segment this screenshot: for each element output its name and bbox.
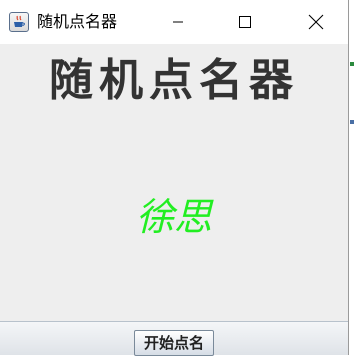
background-window-edge: [349, 0, 354, 355]
maximize-icon: [239, 16, 251, 28]
close-icon: [308, 14, 324, 30]
title-bar[interactable]: 随机点名器: [0, 0, 348, 44]
window-title: 随机点名器: [37, 12, 118, 31]
picked-name-label: 徐思: [135, 195, 212, 239]
close-button[interactable]: [293, 0, 339, 44]
main-panel: 随机点名器 徐思: [0, 44, 348, 321]
minimize-button[interactable]: [155, 0, 201, 44]
start-roll-call-button[interactable]: 开始点名: [134, 330, 214, 356]
java-app-icon[interactable]: [9, 12, 29, 32]
background-marker: [350, 62, 354, 66]
coffee-cup-icon: [14, 15, 25, 27]
background-marker: [350, 120, 354, 124]
app-window: 随机点名器 随机点名器 徐思 开始点名: [0, 0, 349, 356]
maximize-button[interactable]: [222, 0, 268, 44]
page-title: 随机点名器: [49, 55, 299, 106]
minimize-icon: [173, 21, 183, 23]
